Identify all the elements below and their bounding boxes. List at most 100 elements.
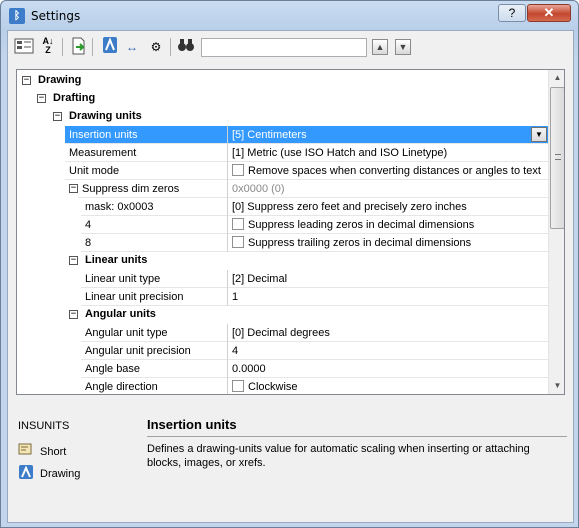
side-item-drawing: Drawing (18, 465, 80, 481)
property-name: 4 (81, 216, 227, 234)
toolbar-separator (92, 38, 93, 56)
checkbox-label: Clockwise (248, 381, 298, 393)
property-row-angle-base[interactable]: Angle base 0.0000 (17, 360, 549, 378)
toolbar-separator (62, 38, 63, 56)
checkbox-label: Suppress trailing zeros in decimal dimen… (248, 237, 472, 249)
category-angular-units[interactable]: − Angular units (17, 306, 549, 324)
property-row-angular-unit-type[interactable]: Angular unit type [0] Decimal degrees (17, 324, 549, 342)
window-title: Settings (31, 9, 81, 23)
collapse-icon[interactable]: − (69, 256, 78, 265)
category-label: Linear units (85, 254, 148, 266)
property-value[interactable]: Suppress leading zeros in decimal dimens… (227, 216, 549, 234)
property-value[interactable]: Remove spaces when converting distances … (227, 162, 549, 180)
property-row-unit-mode[interactable]: Unit mode Remove spaces when converting … (17, 162, 549, 180)
property-value[interactable]: 0.0000 (227, 360, 549, 378)
property-value: 0x0000 (0) (227, 180, 549, 198)
property-row-linear-unit-precision[interactable]: Linear unit precision 1 (17, 288, 549, 306)
category-drafting[interactable]: − Drafting (17, 90, 549, 108)
find-binoculars-icon[interactable] (176, 37, 196, 57)
checkbox[interactable] (232, 164, 244, 176)
info-panel: INSUNITS Short Drawing Insertion units D… (8, 403, 573, 523)
property-value[interactable]: Clockwise (227, 378, 549, 394)
property-name: Measurement (65, 144, 227, 162)
collapse-icon[interactable]: − (22, 76, 31, 85)
category-label: Drawing (38, 74, 82, 86)
property-name: Angular unit precision (81, 342, 227, 360)
property-row-mask[interactable]: mask: 0x0003 [0] Suppress zero feet and … (17, 198, 549, 216)
property-name: Insertion units (65, 126, 227, 144)
category-label: Angular units (85, 308, 156, 320)
description-text: Defines a drawing-units value for automa… (147, 443, 530, 469)
scroll-up-icon[interactable]: ▲ (550, 70, 564, 86)
category-linear-units[interactable]: − Linear units (17, 252, 549, 270)
toolbar-separator (170, 38, 171, 56)
property-name: Suppress dim zeros (78, 180, 227, 198)
grip-icon (555, 154, 561, 160)
settings-gear-icon[interactable]: ⚙ (146, 37, 166, 57)
collapse-icon[interactable]: − (53, 112, 62, 121)
property-name: mask: 0x0003 (81, 198, 227, 216)
property-value: [5] Centimeters (232, 129, 307, 141)
app-icon: ᛒ (9, 8, 25, 24)
search-input[interactable] (201, 38, 367, 57)
property-name: Unit mode (65, 162, 227, 180)
property-value[interactable]: [0] Suppress zero feet and precisely zer… (227, 198, 549, 216)
dialog-client: A↓ Z ↔ ⚙ ▲ ▼ − Drawing − Drafting − Draw… (7, 30, 574, 523)
categorized-view-icon[interactable] (14, 37, 34, 57)
property-row-bit-8[interactable]: 8 Suppress trailing zeros in decimal dim… (17, 234, 549, 252)
collapse-icon[interactable]: − (69, 184, 78, 193)
property-value[interactable]: 1 (227, 288, 549, 306)
previous-match-icon[interactable]: ▲ (372, 39, 388, 55)
category-drawing[interactable]: − Drawing (17, 72, 549, 90)
property-row-angle-direction[interactable]: Angle direction Clockwise (17, 378, 549, 394)
drawing-icon (18, 465, 34, 479)
property-name: Linear unit type (81, 270, 227, 288)
property-name: Angular unit type (81, 324, 227, 342)
side-item-label: Short (40, 446, 67, 458)
close-button[interactable]: ✕ (527, 4, 571, 22)
property-row-measurement[interactable]: Measurement [1] Metric (use ISO Hatch an… (17, 144, 549, 162)
chevron-down-icon[interactable]: ▼ (531, 127, 547, 142)
next-match-icon[interactable]: ▼ (395, 39, 411, 55)
category-label: Drafting (53, 92, 96, 104)
property-name: 8 (81, 234, 227, 252)
property-name: Angle base (81, 360, 227, 378)
checkbox[interactable] (232, 218, 244, 230)
property-value-dropdown[interactable]: [5] Centimeters ▼ (227, 126, 549, 144)
checkbox[interactable] (232, 380, 244, 392)
property-row-bit-4[interactable]: 4 Suppress leading zeros in decimal dime… (17, 216, 549, 234)
scroll-thumb[interactable] (550, 87, 564, 229)
category-drawing-units[interactable]: − Drawing units (17, 108, 549, 126)
checkbox-label: Remove spaces when converting distances … (248, 165, 541, 177)
settings-window: ᛒ Settings ? ✕ A↓ Z ↔ ⚙ ▲ ▼ − Drawing − … (0, 0, 579, 528)
property-name: Angle direction (81, 378, 227, 394)
toolbar: A↓ Z ↔ ⚙ ▲ ▼ (8, 31, 573, 63)
property-row-suppress-dim-zeros[interactable]: − Suppress dim zeros 0x0000 (0) (17, 180, 549, 198)
collapse-icon[interactable]: − (69, 310, 78, 319)
side-item-short: Short (18, 443, 66, 459)
scroll-down-icon[interactable]: ▼ (550, 378, 564, 394)
drawing-icon[interactable] (100, 37, 120, 57)
side-item-label: Drawing (40, 468, 81, 480)
alphabetical-view-icon[interactable]: A↓ Z (38, 37, 58, 57)
property-row-insertion-units[interactable]: Insertion units [5] Centimeters ▼ (17, 126, 549, 144)
help-button[interactable]: ? (498, 4, 526, 22)
collapse-icon[interactable]: − (37, 94, 46, 103)
property-row-linear-unit-type[interactable]: Linear unit type [2] Decimal (17, 270, 549, 288)
category-label: Drawing units (69, 110, 142, 122)
property-value[interactable]: 4 (227, 342, 549, 360)
checkbox[interactable] (232, 236, 244, 248)
export-icon[interactable] (68, 37, 88, 57)
property-name: Linear unit precision (81, 288, 227, 306)
property-value[interactable]: [2] Decimal (227, 270, 549, 288)
checkbox-label: Suppress leading zeros in decimal dimens… (248, 219, 475, 231)
property-value[interactable]: [0] Decimal degrees (227, 324, 549, 342)
property-value[interactable]: Suppress trailing zeros in decimal dimen… (227, 234, 549, 252)
vertical-scrollbar[interactable]: ▲ ▼ (548, 70, 564, 394)
settings-tree: − Drawing − Drafting − Drawing units Ins… (16, 69, 565, 395)
dimension-icon[interactable]: ↔ (122, 37, 142, 57)
title-bar[interactable]: ᛒ Settings ? ✕ (1, 1, 578, 31)
short-icon (18, 443, 34, 457)
property-row-angular-unit-precision[interactable]: Angular unit precision 4 (17, 342, 549, 360)
property-value[interactable]: [1] Metric (use ISO Hatch and ISO Linety… (227, 144, 549, 162)
